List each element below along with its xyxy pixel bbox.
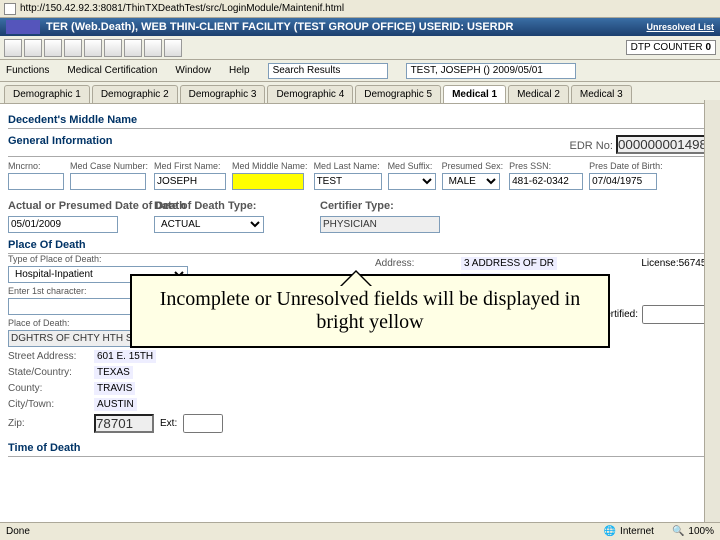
edr-no-field [616,135,712,154]
dtp-counter: DTP COUNTER 0 [626,40,716,55]
status-done: Done [6,526,30,537]
first-name-field[interactable] [154,173,226,190]
menu-bar: Functions Medical Certification Window H… [0,60,720,82]
help-icon[interactable] [164,39,182,57]
vertical-scrollbar[interactable] [704,100,720,522]
pod-city: AUSTIN [94,398,137,411]
suffix-field[interactable] [388,173,436,190]
tab-strip: Demographic 1 Demographic 2 Demographic … [0,82,720,104]
status-zone: Internet [620,526,654,537]
save-icon[interactable] [44,39,62,57]
dod-field[interactable] [8,216,118,233]
pod-street: 601 E. 15TH [94,350,156,363]
url-text: http://150.42.92.3:8081/ThinTXDeathTest/… [20,3,344,14]
date-certified-field[interactable] [642,305,712,324]
print-icon[interactable] [64,39,82,57]
search-icon[interactable] [84,39,102,57]
globe-icon: 🌐 [604,526,616,537]
menu-help[interactable]: Help [229,65,250,76]
medcase-field[interactable] [70,173,146,190]
search-results-dropdown[interactable]: Search Results [268,63,388,79]
tab-demographic-1[interactable]: Demographic 1 [4,85,90,103]
ssn-field[interactable] [509,173,583,190]
menu-window[interactable]: Window [175,65,211,76]
browser-status-bar: Done 🌐 Internet 🔍 100% [0,522,720,540]
section-place-of-death: Place Of Death [8,237,712,254]
genesis-logo-icon [6,20,40,34]
middle-name-field[interactable] [232,173,304,190]
general-info-row: Mncrno: Med Case Number: Med First Name:… [8,161,712,190]
pod-county: TRAVIS [94,382,135,395]
section-time-of-death: Time of Death [8,440,712,457]
pod-state: TEXAS [94,366,133,379]
menu-medical-cert[interactable]: Medical Certification [67,65,157,76]
dod-type-field[interactable]: ACTUAL [154,216,264,233]
zoom-icon: 🔍 [672,526,684,537]
icon-toolbar: DTP COUNTER 0 [0,36,720,60]
tab-demographic-3[interactable]: Demographic 3 [180,85,266,103]
new-icon[interactable] [4,39,22,57]
status-zoom: 100% [688,526,714,537]
browser-address-bar: http://150.42.92.3:8081/ThinTXDeathTest/… [0,0,720,18]
pod-zip-ext-field[interactable] [183,414,223,433]
sex-field[interactable]: MALE [442,173,500,190]
tab-medical-2[interactable]: Medical 2 [508,85,569,103]
last-name-field[interactable] [314,173,382,190]
form-pane: Decedent's Middle Name General Informati… [0,104,720,522]
record-dropdown[interactable]: TEST, JOSEPH () 2009/05/01 [406,63,576,79]
menu-functions[interactable]: Functions [6,65,49,76]
tab-demographic-4[interactable]: Demographic 4 [267,85,353,103]
open-icon[interactable] [24,39,42,57]
callout-highlight-note: Incomplete or Unresolved fields will be … [130,274,610,348]
unresolved-list-link[interactable]: Unresolved List [646,22,714,32]
tab-medical-1[interactable]: Medical 1 [443,85,506,103]
form-icon[interactable] [124,39,142,57]
grid-icon[interactable] [144,39,162,57]
certifier-type-field [320,216,440,233]
dob-field[interactable] [589,173,657,190]
refresh-icon[interactable] [104,39,122,57]
cert-address: 3 ADDRESS OF DR [461,257,557,270]
pod-zip-field [94,414,154,433]
section-general-info: General Information EDR No: [8,133,712,157]
ie-icon [4,3,16,15]
section-middle-name: Decedent's Middle Name [8,112,712,129]
tab-demographic-2[interactable]: Demographic 2 [92,85,178,103]
mncrno-field[interactable] [8,173,64,190]
tab-medical-3[interactable]: Medical 3 [571,85,632,103]
app-title-bar: TER (Web.Death), WEB THIN-CLIENT FACILIT… [0,18,720,36]
tab-demographic-5[interactable]: Demographic 5 [355,85,441,103]
app-title: TER (Web.Death), WEB THIN-CLIENT FACILIT… [46,21,646,33]
